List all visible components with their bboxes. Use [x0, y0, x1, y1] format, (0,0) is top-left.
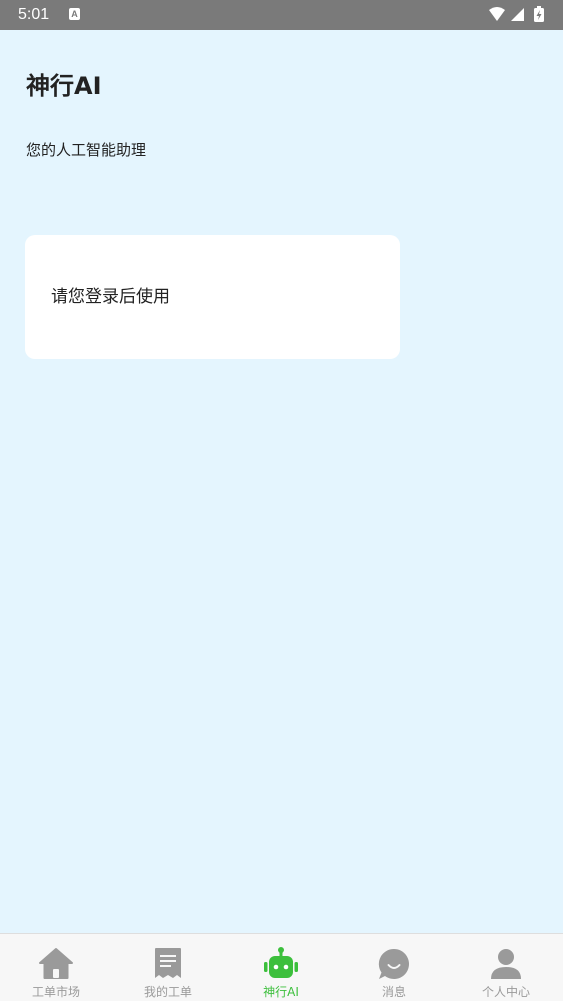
page-subtitle: 您的人工智能助理	[26, 141, 147, 159]
tab-order-market[interactable]: 工单市场	[0, 934, 112, 1001]
robot-icon	[263, 946, 299, 982]
tab-label: 神行AI	[263, 985, 299, 999]
status-bar: 5:01 A	[0, 0, 563, 30]
document-icon	[150, 946, 186, 982]
tab-label: 个人中心	[481, 985, 530, 999]
login-prompt-text[interactable]: 请您登录后使用	[51, 286, 170, 308]
tab-profile[interactable]: 个人中心	[450, 934, 562, 1001]
home-icon	[38, 946, 74, 982]
tab-label: 工单市场	[31, 985, 80, 999]
tab-shenxing-ai[interactable]: 神行AI	[225, 934, 337, 1001]
bottom-tab-bar: 工单市场 我的工单 神行AI 消息 个人中心	[0, 933, 563, 1001]
chat-bubble-icon	[376, 946, 412, 982]
page-title: 神行AI	[26, 72, 102, 100]
signal-icon	[511, 8, 524, 21]
keyboard-notification-icon: A	[69, 8, 80, 20]
tab-label: 消息	[381, 985, 406, 999]
battery-charging-icon	[534, 6, 544, 22]
login-prompt-card[interactable]: 请您登录后使用	[25, 235, 400, 359]
tab-label: 我的工单	[143, 985, 192, 999]
status-time: 5:01	[18, 6, 50, 23]
user-icon	[488, 946, 524, 982]
tab-my-orders[interactable]: 我的工单	[112, 934, 224, 1001]
wifi-icon	[489, 7, 505, 21]
tab-messages[interactable]: 消息	[338, 934, 450, 1001]
status-icons	[487, 6, 549, 24]
